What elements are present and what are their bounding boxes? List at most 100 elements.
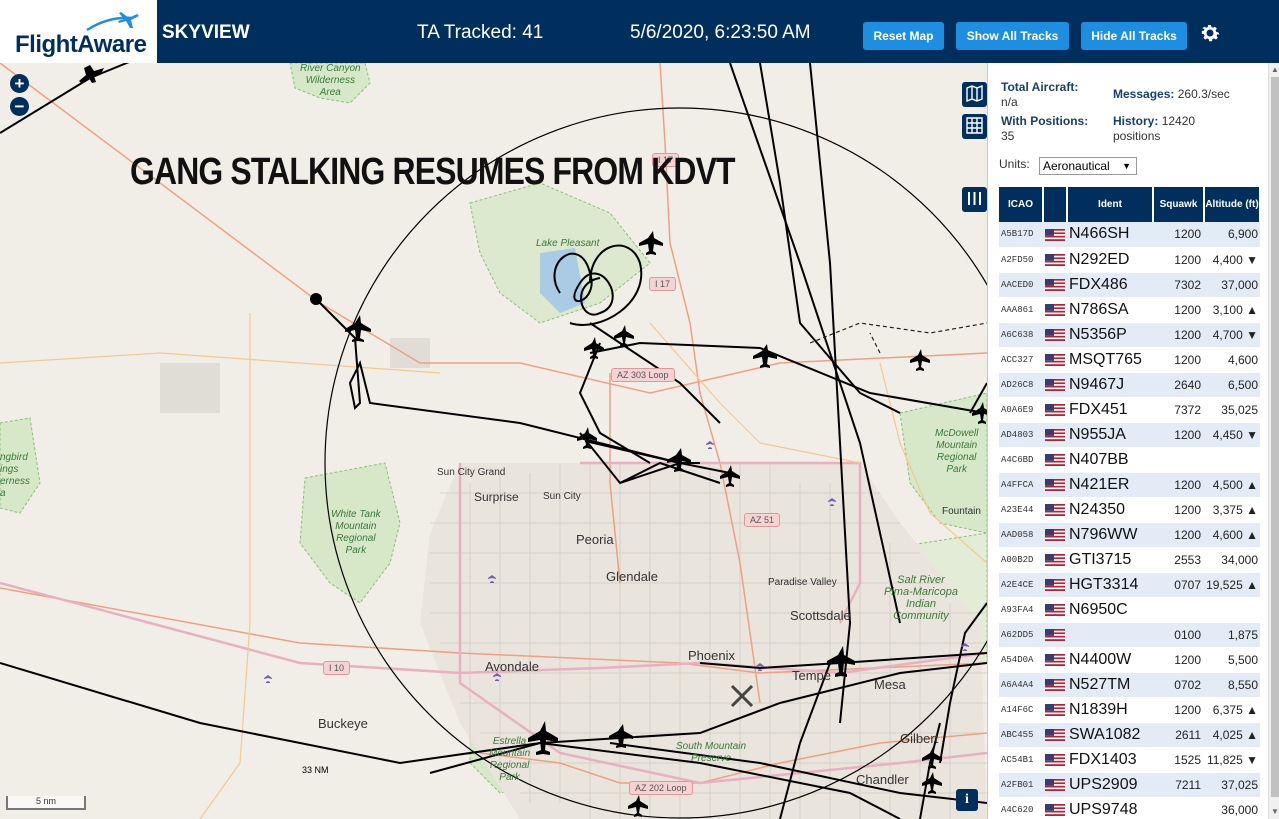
show-all-tracks-button[interactable]: Show All Tracks — [956, 22, 1069, 50]
flag-cell — [1043, 372, 1067, 398]
us-flag-icon — [1045, 629, 1065, 642]
flag-cell — [1043, 347, 1067, 373]
flag-cell — [1043, 322, 1067, 348]
place-sun-city-grand: Sun City Grand — [437, 467, 506, 478]
aircraft-sidebar: Total Aircraft: n/a Messages: 260.3/sec … — [987, 63, 1279, 819]
table-row[interactable]: A4C6BD N407BB — [999, 447, 1260, 473]
hide-all-tracks-button[interactable]: Hide All Tracks — [1081, 22, 1187, 50]
ident-cell: MSQT765 — [1067, 347, 1153, 373]
table-row[interactable]: A0A6E9 FDX451 7372 35,025 — [999, 397, 1260, 423]
scrollbar-thumb[interactable] — [1271, 77, 1279, 797]
place-tempe: Tempe — [792, 668, 832, 683]
flag-cell — [1043, 697, 1067, 723]
table-row[interactable]: AACED0 FDX486 7302 37,000 — [999, 272, 1260, 298]
flag-cell — [1043, 547, 1067, 573]
app-name: SKYVIEW — [162, 22, 250, 43]
us-flag-icon — [1045, 554, 1065, 567]
us-flag-icon — [1045, 229, 1065, 242]
icao-cell: A6C638 — [999, 322, 1043, 348]
table-row[interactable]: A4FFCA N421ER 1200 4,500 ▲ — [999, 472, 1260, 498]
squawk-cell: 2640 — [1153, 372, 1204, 398]
flightaware-logo[interactable]: FlightAware — [0, 0, 157, 63]
table-row[interactable]: AD26C8 N9467J 2640 6,500 — [999, 372, 1260, 398]
squawk-cell: 1200 — [1153, 647, 1204, 673]
icao-cell: AAA861 — [999, 297, 1043, 323]
ident-cell: N955JA — [1067, 422, 1153, 448]
total-aircraft-label: Total Aircraft: — [1001, 80, 1079, 94]
flag-cell — [1043, 497, 1067, 523]
table-row[interactable]: A5B17D N466SH 1200 6,900 — [999, 222, 1260, 248]
col-header-ident[interactable]: Ident — [1067, 187, 1154, 222]
icao-cell: AD26C8 — [999, 372, 1043, 398]
ident-cell: N527TM — [1067, 672, 1153, 698]
ident-cell: N466SH — [1067, 222, 1153, 248]
table-row[interactable]: A93FA4 N6950C — [999, 597, 1260, 623]
grid-toggle-button[interactable] — [962, 114, 987, 139]
reset-map-button[interactable]: Reset Map — [863, 22, 944, 50]
flag-cell — [1043, 397, 1067, 423]
squawk-cell — [1153, 447, 1204, 473]
us-flag-icon — [1045, 604, 1065, 617]
flag-cell — [1043, 522, 1067, 548]
squawk-cell: 7211 — [1153, 772, 1204, 798]
table-row[interactable]: AC54B1 FDX1403 1525 11,825 ▼ — [999, 747, 1260, 773]
table-row[interactable]: A4C620 UPS9748 36,000 — [999, 797, 1260, 819]
scroll-up-icon[interactable]: ▲ — [1271, 65, 1279, 74]
table-row[interactable]: A6C638 N5356P 1200 4,700 ▼ — [999, 322, 1260, 348]
col-header-altitude[interactable]: Altitude (ft) — [1204, 187, 1261, 222]
table-row[interactable]: A14F6C N1839H 1200 6,375 ▲ — [999, 697, 1260, 723]
gear-icon[interactable] — [1198, 21, 1222, 45]
chevron-down-icon: ▼ — [1122, 161, 1131, 171]
table-row[interactable]: AD4803 N955JA 1200 4,450 ▼ — [999, 422, 1260, 448]
table-row[interactable]: AAD058 N796WW 1200 4,600 ▲ — [999, 522, 1260, 548]
table-row[interactable]: ABC455 SWA1082 2611 4,025 ▲ — [999, 722, 1260, 748]
icao-cell: ACC327 — [999, 347, 1043, 373]
table-row[interactable]: A2FB01 UPS2909 7211 37,025 — [999, 772, 1260, 798]
ident-cell: SWA1082 — [1067, 722, 1153, 748]
table-row[interactable]: AAA861 N786SA 1200 3,100 ▲ — [999, 297, 1260, 323]
map-icon — [966, 84, 983, 102]
ident-cell: N5356P — [1067, 322, 1153, 348]
us-flag-icon — [1045, 804, 1065, 817]
messages-label: Messages: — [1113, 87, 1175, 101]
us-flag-icon — [1045, 329, 1065, 342]
flag-cell — [1043, 722, 1067, 748]
col-header-icao[interactable]: ICAO — [999, 187, 1044, 222]
icao-cell: A2E4CE — [999, 572, 1043, 598]
table-row[interactable]: A00B2D GTI3715 2553 34,000 — [999, 547, 1260, 573]
table-row[interactable]: A62DD5 0100 1,875 — [999, 622, 1260, 648]
squawk-cell: 7372 — [1153, 397, 1204, 423]
ident-cell: N4400W — [1067, 647, 1153, 673]
altitude-cell: 6,500 — [1204, 372, 1260, 398]
altitude-cell: 37,000 — [1204, 272, 1260, 298]
ident-cell — [1067, 622, 1153, 648]
col-header-squawk[interactable]: Squawk — [1153, 187, 1205, 222]
table-row[interactable]: A2E4CE HGT3314 0707 19,525 ▲ — [999, 572, 1260, 598]
table-row[interactable]: A54D0A N4400W 1200 5,500 — [999, 647, 1260, 673]
park-white-tank: White Tank Mountain Regional Park — [331, 509, 381, 556]
table-row[interactable]: A6A4A4 N527TM 0702 8,550 — [999, 672, 1260, 698]
table-row[interactable]: ACC327 MSQT765 1200 4,600 — [999, 347, 1260, 373]
table-row[interactable]: A23E44 N24350 1200 3,375 ▲ — [999, 497, 1260, 523]
total-aircraft-stat: Total Aircraft: n/a — [1001, 80, 1101, 110]
units-select[interactable]: Aeronautical ▼ — [1039, 157, 1137, 175]
ident-cell: HGT3314 — [1067, 572, 1153, 598]
columns-toggle-button[interactable] — [962, 187, 987, 212]
scroll-down-icon[interactable]: ▼ — [1271, 807, 1279, 816]
sidebar-scrollbar[interactable]: ▲ ▼ — [1268, 63, 1279, 819]
flag-cell — [1043, 472, 1067, 498]
squawk-cell: 1525 — [1153, 747, 1204, 773]
highway-az51: AZ 51 — [744, 513, 781, 527]
zoom-out-button[interactable]: − — [10, 97, 29, 116]
ident-cell: FDX451 — [1067, 397, 1153, 423]
squawk-cell: 2553 — [1153, 547, 1204, 573]
us-flag-icon — [1045, 429, 1065, 442]
park-hummingbird: ngbird ings erness a — [0, 452, 31, 499]
map-layers-button[interactable] — [962, 82, 987, 107]
squawk-cell — [1153, 797, 1204, 819]
map-view[interactable]: Surprise Sun City Sun City Grand Peoria … — [0, 63, 987, 819]
squawk-cell: 0707 — [1153, 572, 1204, 598]
zoom-in-button[interactable]: + — [10, 74, 29, 93]
table-row[interactable]: A2FD50 N292ED 1200 4,400 ▼ — [999, 247, 1260, 273]
info-button[interactable]: i — [956, 789, 978, 811]
